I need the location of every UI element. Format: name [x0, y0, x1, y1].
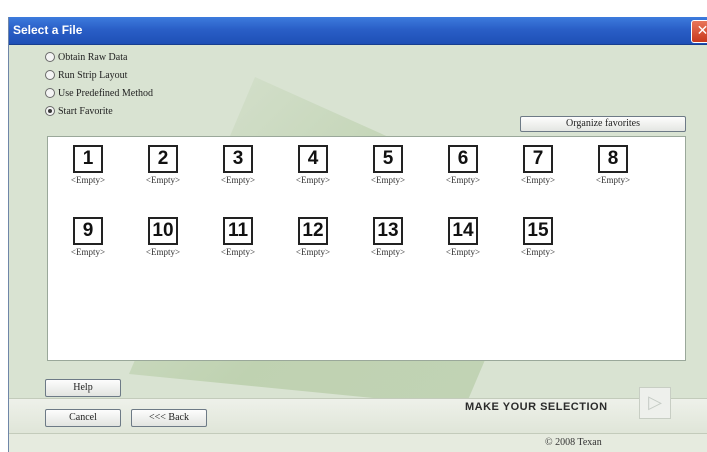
slot-number: 7 [523, 145, 553, 173]
radio-button[interactable] [45, 52, 55, 62]
slot-number: 14 [448, 217, 478, 245]
slot-label: <Empty> [445, 175, 481, 185]
favorite-slot-10[interactable]: 10 <Empty> [138, 217, 188, 267]
window-title: Select a File [13, 23, 83, 37]
slot-label: <Empty> [145, 175, 181, 185]
favorite-slot-8[interactable]: 8 <Empty> [588, 145, 638, 195]
favorites-grid: 1 <Empty> 2 <Empty> 3 <Empty> 4 <Empty> … [47, 136, 686, 361]
favorite-slot-6[interactable]: 6 <Empty> [438, 145, 488, 195]
favorite-slot-3[interactable]: 3 <Empty> [213, 145, 263, 195]
slot-label: <Empty> [520, 247, 556, 257]
option-use-predefined-method[interactable]: Use Predefined Method [45, 85, 153, 101]
option-label: Obtain Raw Data [58, 51, 128, 63]
slot-number: 8 [598, 145, 628, 173]
favorite-slot-4[interactable]: 4 <Empty> [288, 145, 338, 195]
slot-label: <Empty> [520, 175, 556, 185]
close-button[interactable]: ✕ [691, 20, 707, 43]
slot-label: <Empty> [70, 247, 106, 257]
favorite-slot-2[interactable]: 2 <Empty> [138, 145, 188, 195]
slot-number: 15 [523, 217, 553, 245]
slot-number: 1 [73, 145, 103, 173]
slot-label: <Empty> [220, 247, 256, 257]
slot-number: 3 [223, 145, 253, 173]
favorite-slot-11[interactable]: 11 <Empty> [213, 217, 263, 267]
favorite-slot-7[interactable]: 7 <Empty> [513, 145, 563, 195]
slot-label: <Empty> [220, 175, 256, 185]
help-button[interactable]: Help [45, 379, 121, 397]
back-button[interactable]: <<< Back [131, 409, 207, 427]
slot-number: 13 [373, 217, 403, 245]
slot-number: 2 [148, 145, 178, 173]
slot-label: <Empty> [295, 175, 331, 185]
copyright-text: © 2008 Texan [545, 437, 602, 448]
slot-label: <Empty> [70, 175, 106, 185]
favorite-slot-14[interactable]: 14 <Empty> [438, 217, 488, 267]
option-start-favorite[interactable]: Start Favorite [45, 103, 113, 119]
favorite-slot-12[interactable]: 12 <Empty> [288, 217, 338, 267]
favorite-slot-15[interactable]: 15 <Empty> [513, 217, 563, 267]
slot-number: 4 [298, 145, 328, 173]
radio-button[interactable] [45, 88, 55, 98]
favorite-slot-13[interactable]: 13 <Empty> [363, 217, 413, 267]
favorite-slot-9[interactable]: 9 <Empty> [63, 217, 113, 267]
select-file-dialog: Select a File ✕ Obtain Raw Data Run Stri… [8, 17, 707, 452]
option-obtain-raw-data[interactable]: Obtain Raw Data [45, 49, 127, 65]
favorite-slot-1[interactable]: 1 <Empty> [63, 145, 113, 195]
play-arrow-icon: ▷ [648, 392, 662, 413]
option-run-strip-layout[interactable]: Run Strip Layout [45, 67, 127, 83]
slot-number: 9 [73, 217, 103, 245]
radio-button-selected[interactable] [45, 106, 55, 116]
slot-number: 12 [298, 217, 328, 245]
radio-button[interactable] [45, 70, 55, 80]
option-label: Start Favorite [58, 105, 113, 117]
slot-label: <Empty> [370, 247, 406, 257]
slot-number: 10 [148, 217, 178, 245]
slot-label: <Empty> [445, 247, 481, 257]
selection-prompt: MAKE YOUR SELECTION [465, 401, 608, 413]
slot-number: 11 [223, 217, 253, 245]
organize-favorites-button[interactable]: Organize favorites [520, 116, 686, 132]
slot-number: 5 [373, 145, 403, 173]
slot-label: <Empty> [595, 175, 631, 185]
slot-number: 6 [448, 145, 478, 173]
status-bar [9, 433, 707, 452]
cancel-button[interactable]: Cancel [45, 409, 121, 427]
next-button[interactable]: ▷ [639, 387, 671, 419]
favorite-slot-5[interactable]: 5 <Empty> [363, 145, 413, 195]
slot-label: <Empty> [145, 247, 181, 257]
option-label: Run Strip Layout [58, 69, 128, 81]
slot-label: <Empty> [295, 247, 331, 257]
option-label: Use Predefined Method [58, 87, 153, 99]
title-bar: Select a File ✕ [9, 17, 707, 45]
slot-label: <Empty> [370, 175, 406, 185]
